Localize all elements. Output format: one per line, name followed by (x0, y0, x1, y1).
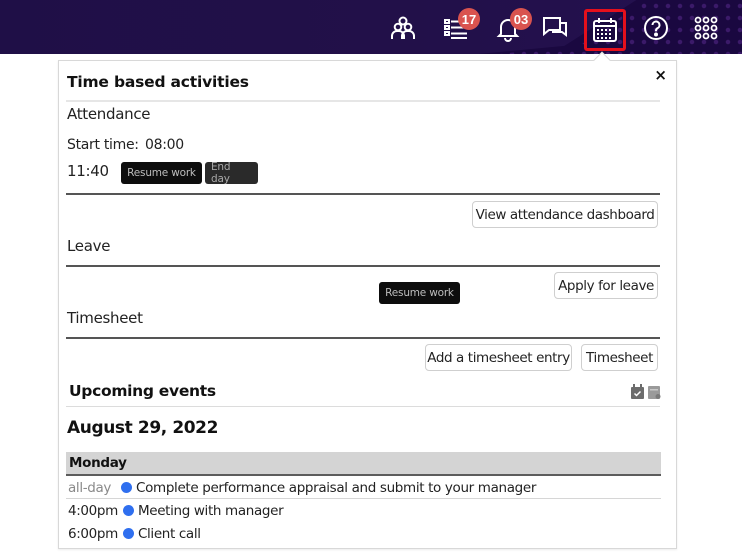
top-navigation-bar: 17 03 (0, 0, 742, 54)
team-icon (391, 16, 415, 39)
event-row[interactable]: 6:00pm Client call (66, 522, 661, 545)
start-time-value: 08:00 (145, 137, 184, 153)
event-time: all-day (68, 479, 112, 496)
popover-caret (593, 51, 611, 69)
tasks-count-badge: 17 (458, 8, 480, 30)
view-attendance-dashboard-button[interactable]: View attendance dashboard (472, 201, 658, 228)
timesheet-heading: Timesheet (67, 309, 143, 327)
time-activities-popover: × Time based activities Attendance Start… (58, 51, 677, 549)
help-button[interactable] (638, 10, 674, 46)
chat-button[interactable] (537, 10, 573, 46)
event-title: Meeting with manager (137, 502, 284, 519)
timesheet-divider (66, 337, 660, 339)
attendance-heading: Attendance (67, 105, 151, 123)
apply-for-leave-button[interactable]: Apply for leave (554, 272, 658, 299)
team-button[interactable] (385, 10, 421, 46)
timesheet-button[interactable]: Timesheet (581, 344, 658, 371)
panel-title: Time based activities (67, 73, 249, 91)
title-divider (66, 100, 660, 102)
calendar-check-icon[interactable] (631, 384, 644, 399)
event-time: 4:00pm (68, 502, 118, 519)
calendar-icon (593, 18, 617, 42)
day-header: Monday (66, 452, 661, 476)
start-time-label: Start time: (67, 137, 139, 153)
event-row[interactable]: all-day Complete performance appraisal a… (66, 476, 661, 499)
events-divider (66, 406, 660, 407)
tasks-button[interactable]: 17 (438, 8, 480, 46)
leave-heading: Leave (67, 237, 111, 255)
calendar-add-icon[interactable] (648, 384, 661, 399)
notifications-button[interactable]: 03 (490, 8, 532, 46)
end-day-button[interactable]: End day (205, 161, 258, 185)
upcoming-events-actions (631, 384, 661, 399)
help-icon (644, 16, 668, 40)
attendance-divider (66, 193, 660, 195)
event-time: 6:00pm (68, 525, 118, 542)
resume-work-tooltip: Resume work (379, 282, 460, 304)
close-button[interactable]: × (654, 66, 667, 84)
event-row[interactable]: 4:00pm Meeting with manager (66, 499, 661, 522)
events-date: August 29, 2022 (67, 418, 219, 438)
calendar-button[interactable] (584, 9, 626, 51)
event-dot-icon (122, 505, 134, 516)
current-time: 11:40 (67, 162, 109, 180)
event-title: Client call (137, 525, 201, 542)
event-dot-icon (122, 528, 134, 539)
add-timesheet-entry-button[interactable]: Add a timesheet entry (425, 344, 572, 371)
upcoming-events-heading: Upcoming events (69, 382, 216, 400)
resume-work-button[interactable]: Resume work (121, 162, 202, 184)
notifications-count-badge: 03 (510, 8, 532, 30)
chat-icon (543, 17, 567, 37)
event-dot-icon (121, 482, 133, 493)
event-title: Complete performance appraisal and submi… (136, 479, 537, 496)
leave-divider (66, 265, 660, 267)
apps-button[interactable] (688, 10, 724, 46)
apps-grid-icon (694, 16, 718, 40)
